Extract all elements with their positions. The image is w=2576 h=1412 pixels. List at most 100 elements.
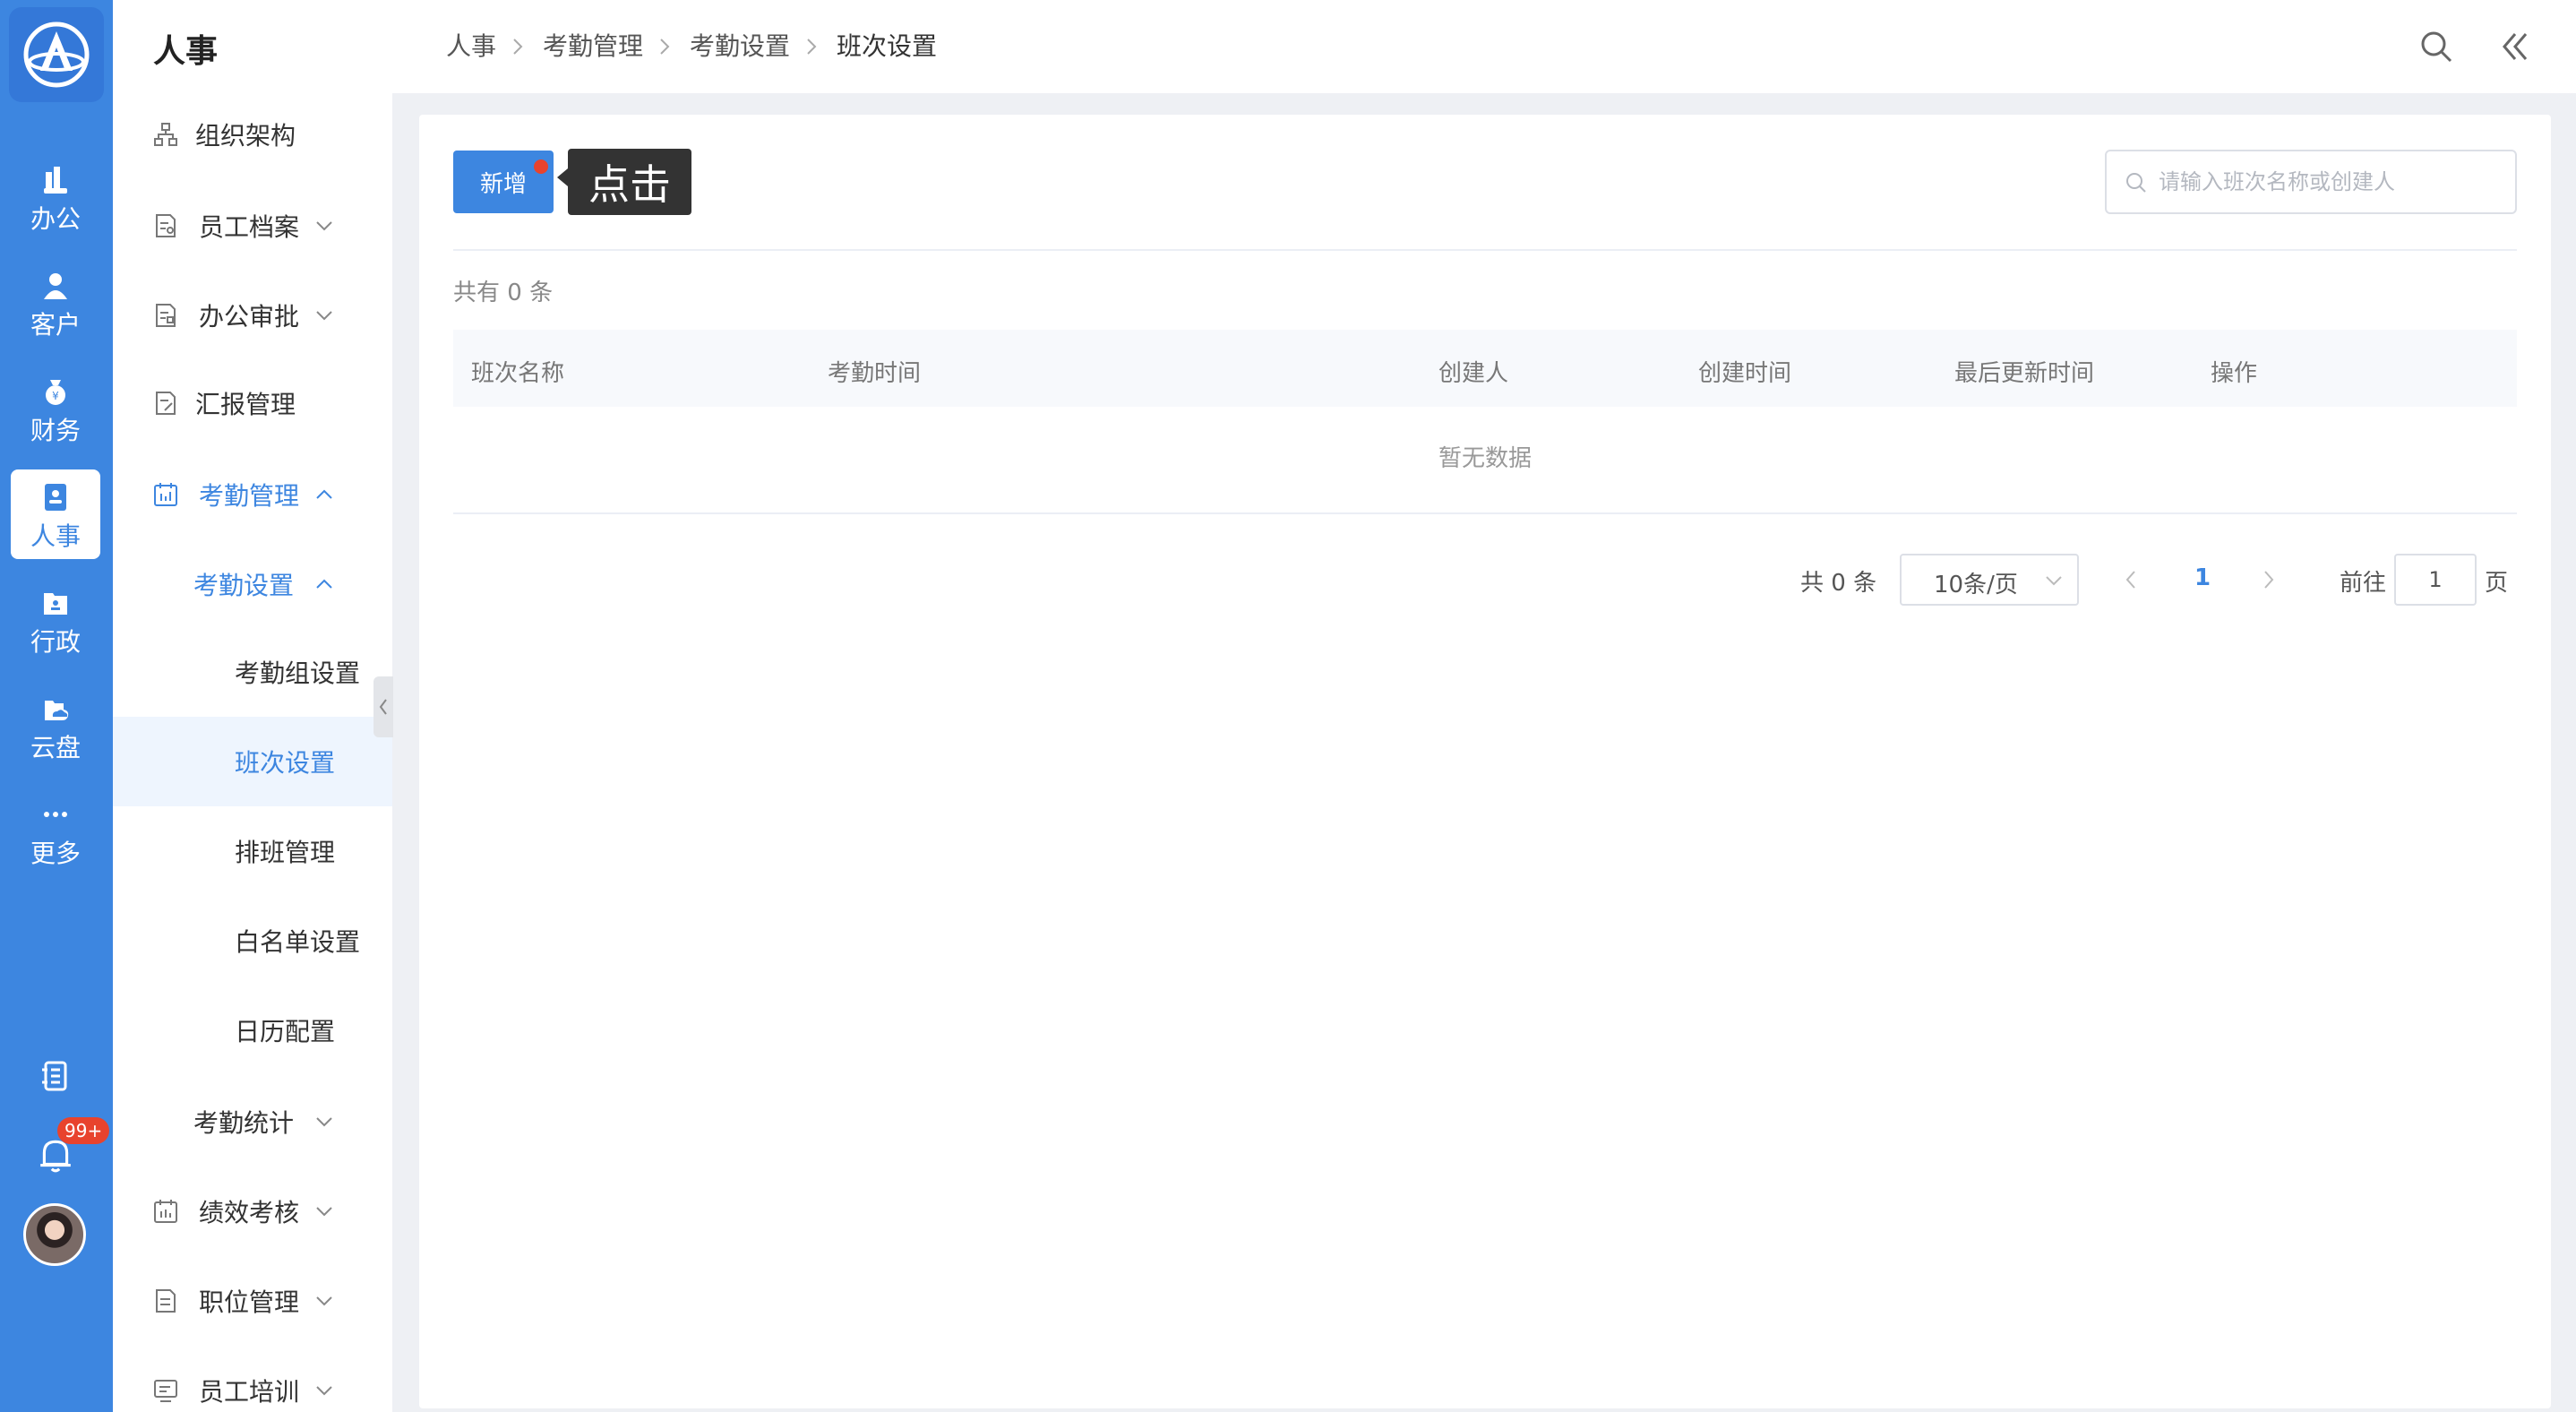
svg-text:¥: ¥ — [52, 390, 59, 402]
sidebar-item-attendance-settings[interactable]: 考勤设置 — [113, 539, 392, 629]
sidebar-item-attendance-group[interactable]: 考勤组设置 — [113, 627, 392, 717]
chevron-left-icon — [379, 699, 387, 715]
breadcrumb-separator-icon — [513, 39, 523, 55]
search-input[interactable] — [2159, 160, 2499, 203]
prev-page-icon[interactable] — [2125, 570, 2137, 590]
breadcrumb-item[interactable]: 人事 — [446, 30, 496, 63]
calendar-icon — [154, 483, 177, 506]
rail-item-finance[interactable]: ¥ 财务 — [11, 364, 100, 453]
position-doc-icon — [156, 1289, 176, 1313]
sidebar-item-label: 绩效考核 — [199, 1198, 300, 1227]
sidebar-item-performance[interactable]: 绩效考核 — [113, 1167, 392, 1256]
chevron-down-icon — [316, 311, 332, 321]
sidebar-item-label: 考勤设置 — [193, 571, 295, 600]
column-header: 创建时间 — [1698, 360, 1792, 387]
rail-label: 云盘 — [30, 733, 81, 762]
sidebar-item-training[interactable]: 员工培训 — [113, 1346, 392, 1412]
chevron-up-icon — [316, 489, 332, 499]
sidebar: 人事 组织架构 员工档案 办公审批 汇报管理 考勤管理 考勤设置 考勤组设置 班… — [113, 0, 392, 1412]
sidebar-item-report[interactable]: 汇报管理 — [113, 358, 392, 448]
sidebar-item-label: 员工档案 — [199, 212, 300, 242]
cloud-icon — [45, 701, 69, 720]
rail-label: 行政 — [30, 627, 81, 657]
office-icon — [44, 167, 67, 194]
page-size-select[interactable]: 10条/页 — [1900, 554, 2079, 606]
search-box[interactable] — [2105, 150, 2517, 214]
sidebar-item-attendance-stats[interactable]: 考勤统计 — [113, 1077, 392, 1167]
goto-label: 前往 — [2340, 570, 2387, 597]
content-card: 新增 点击 共有 0 条 班次名称 考勤时间 创建人 创建时间 最后更新时间 操… — [419, 115, 2551, 1408]
sidebar-item-label: 班次设置 — [235, 748, 336, 778]
admin-icon — [44, 593, 67, 615]
customer-icon — [44, 273, 67, 299]
notification-badge: 99+ — [57, 1117, 110, 1144]
approval-doc-icon — [156, 304, 176, 327]
org-chart-icon — [154, 123, 177, 146]
breadcrumb-item[interactable]: 考勤设置 — [690, 30, 790, 63]
rail-label: 人事 — [30, 521, 81, 551]
column-header: 操作 — [2211, 360, 2258, 387]
sidebar-collapse-handle[interactable] — [374, 676, 393, 737]
rail-item-customer[interactable]: 客户 — [11, 258, 100, 348]
chevron-down-icon — [316, 1386, 332, 1396]
column-header: 最后更新时间 — [1954, 360, 2095, 387]
collapse-double-chevron-icon[interactable] — [2499, 30, 2531, 63]
rail-item-more[interactable]: 更多 — [11, 787, 100, 876]
goto-page-input[interactable] — [2394, 554, 2477, 606]
hr-icon — [45, 484, 66, 511]
table-header: 班次名称 考勤时间 创建人 创建时间 最后更新时间 操作 — [453, 330, 2517, 407]
sidebar-item-label: 考勤组设置 — [235, 659, 361, 688]
sidebar-item-calendar-config[interactable]: 日历配置 — [113, 986, 392, 1075]
search-icon[interactable] — [2418, 29, 2454, 65]
sidebar-item-attendance[interactable]: 考勤管理 — [113, 450, 392, 539]
column-header: 创建人 — [1438, 360, 1509, 387]
next-page-icon[interactable] — [2263, 570, 2275, 590]
app-logo[interactable] — [9, 7, 104, 102]
performance-icon — [154, 1200, 177, 1223]
click-indicator-dot — [534, 159, 548, 174]
rail-item-hr[interactable]: 人事 — [11, 469, 100, 559]
rail-item-cloud[interactable]: 云盘 — [11, 681, 100, 771]
sidebar-item-scheduling[interactable]: 排班管理 — [113, 806, 392, 896]
sidebar-item-approval[interactable]: 办公审批 — [113, 271, 392, 360]
logo-icon — [23, 22, 90, 88]
avatar[interactable] — [23, 1203, 86, 1266]
breadcrumb-item[interactable]: 考勤管理 — [543, 30, 643, 63]
pagination-total: 共 0 条 — [1800, 570, 1877, 597]
sidebar-item-position[interactable]: 职位管理 — [113, 1256, 392, 1346]
top-header: 人事 考勤管理 考勤设置 班次设置 — [392, 0, 2576, 93]
sidebar-item-org[interactable]: 组织架构 — [113, 90, 392, 179]
profile-doc-icon — [156, 214, 176, 237]
click-tooltip: 点击 — [557, 149, 691, 215]
column-header: 班次名称 — [471, 360, 565, 387]
sidebar-item-label: 排班管理 — [235, 838, 336, 867]
chevron-down-icon — [316, 1117, 332, 1127]
chevron-down-icon — [316, 221, 332, 231]
page-suffix: 页 — [2485, 570, 2509, 597]
sidebar-item-whitelist[interactable]: 白名单设置 — [113, 896, 392, 986]
finance-icon: ¥ — [46, 380, 65, 405]
sidebar-item-label: 汇报管理 — [195, 390, 296, 419]
sidebar-item-label: 组织架构 — [195, 121, 296, 151]
chevron-up-icon — [316, 579, 332, 589]
page-number-current[interactable]: 1 — [2194, 564, 2211, 591]
sidebar-item-shift-settings[interactable]: 班次设置 — [113, 717, 392, 806]
breadcrumb-separator-icon — [660, 39, 670, 55]
rail-item-admin[interactable]: 行政 — [11, 575, 100, 665]
divider — [453, 249, 2517, 251]
app-rail: 办公 客户 ¥ 财务 人事 行政 云盘 更多 99+ — [0, 0, 113, 1412]
more-icon — [44, 812, 67, 817]
rail-item-office[interactable]: 办公 — [11, 152, 100, 242]
rail-label: 财务 — [30, 416, 81, 445]
sidebar-item-label: 员工培训 — [199, 1377, 300, 1407]
sidebar-title: 人事 — [153, 33, 219, 70]
chevron-down-icon — [316, 1207, 332, 1217]
rail-label: 更多 — [30, 839, 81, 868]
sidebar-item-label: 白名单设置 — [235, 927, 361, 957]
sidebar-item-label: 考勤统计 — [193, 1108, 295, 1138]
sidebar-item-employee-files[interactable]: 员工档案 — [113, 181, 392, 271]
breadcrumb-current: 班次设置 — [837, 31, 938, 61]
sidebar-item-label: 考勤管理 — [199, 481, 300, 511]
notebook-icon[interactable] — [36, 1061, 75, 1091]
sidebar-item-label: 日历配置 — [235, 1017, 336, 1046]
